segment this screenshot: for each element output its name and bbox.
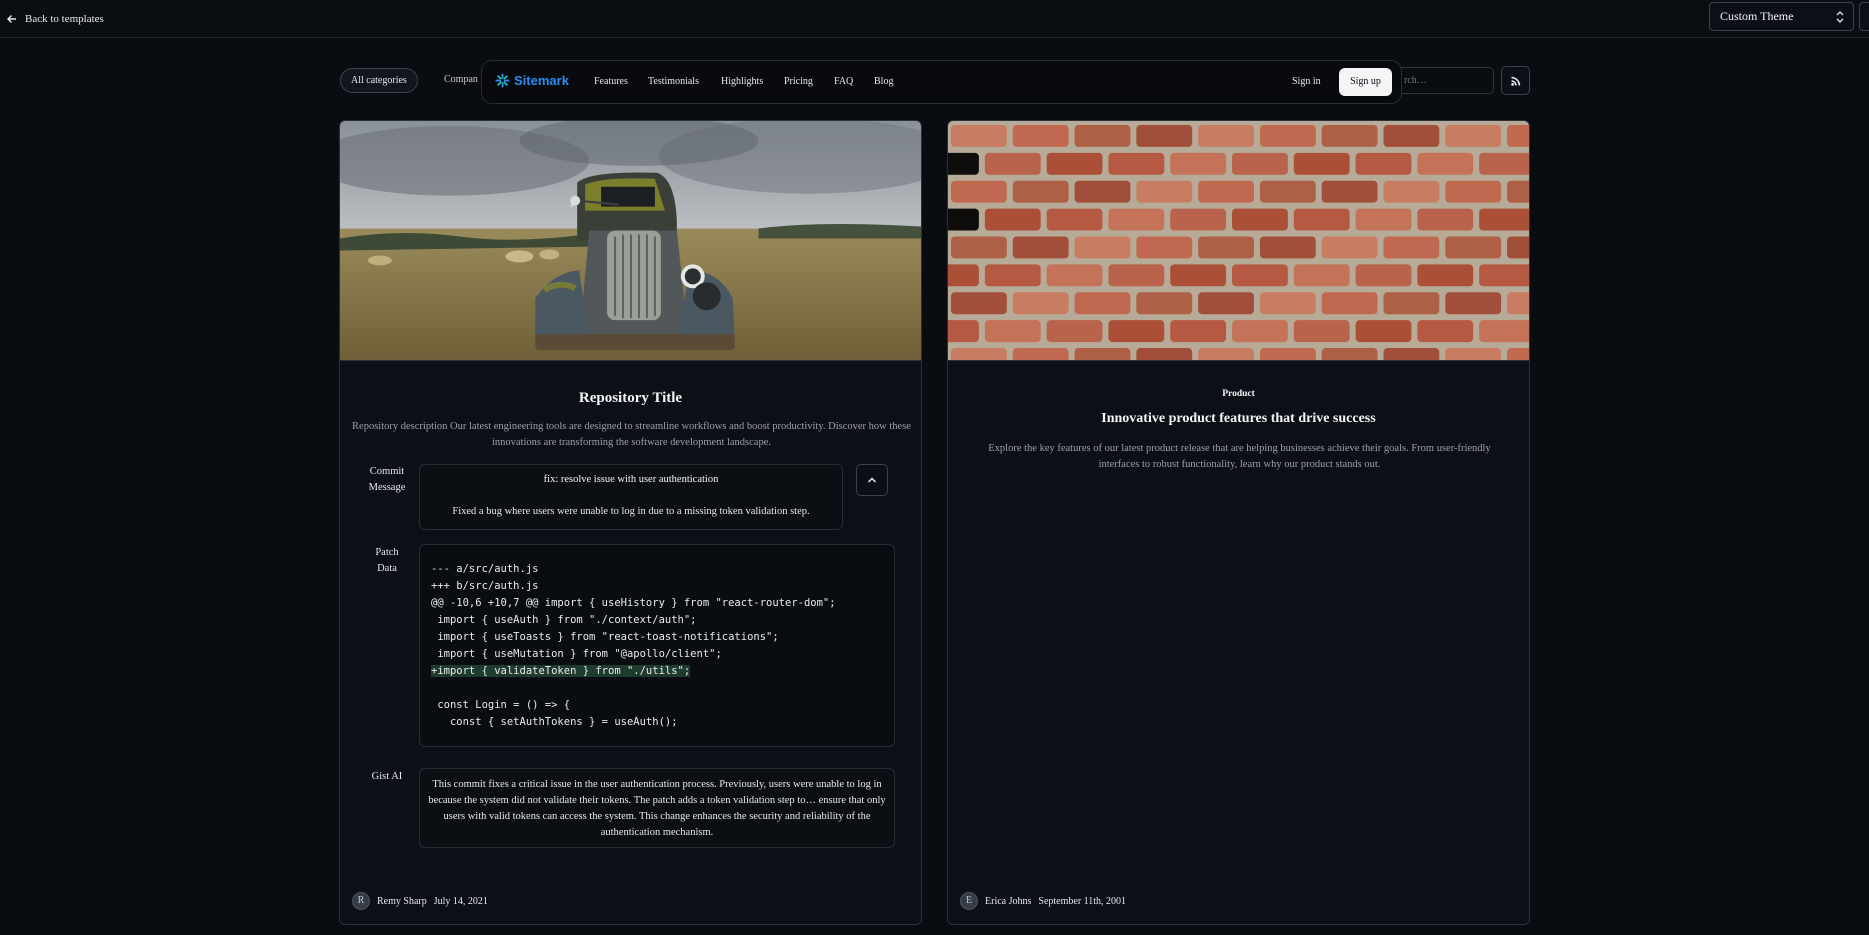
patch-line: import { useAuth } from "./context/auth"… <box>431 614 697 626</box>
blog-post-card[interactable]: Product Innovative product features that… <box>947 120 1530 925</box>
brick-wall-photo <box>948 121 1529 361</box>
patch-line <box>431 680 883 697</box>
site-navbar: Sitemark Features Testimonials Highlight… <box>481 60 1402 104</box>
author-info: R Remy Sharp July 14, 2021 <box>352 892 488 910</box>
repository-card[interactable]: Repository Title Repository description … <box>339 120 922 925</box>
patch-line: +++ b/src/auth.js <box>431 580 539 592</box>
top-bar: Back to templates Custom Theme <box>0 0 1869 38</box>
patch-line: @@ -10,6 +10,7 @@ import { useHistory } … <box>431 597 836 609</box>
rss-icon <box>1510 76 1520 86</box>
post-date: July 14, 2021 <box>433 895 488 907</box>
author-info: E Erica Johns September 11th, 2001 <box>960 892 1126 910</box>
nav-testimonials[interactable]: Testimonials <box>648 76 699 87</box>
patch-data-label: Patch Data <box>358 545 416 577</box>
patch-line-added: +import { validateToken } from "./utils"… <box>431 663 883 680</box>
toolbar-edge-button[interactable] <box>1859 2 1869 31</box>
post-title: Innovative product features that drive s… <box>1101 411 1376 426</box>
nav-pricing[interactable]: Pricing <box>784 76 813 87</box>
sign-up-button[interactable]: Sign up <box>1339 68 1392 96</box>
chevron-up-down-icon <box>1836 11 1844 23</box>
rss-feed-button[interactable] <box>1501 66 1530 95</box>
patch-code-block: --- a/src/auth.js +++ b/src/auth.js @@ -… <box>419 544 895 747</box>
gist-ai-label: Gist AI <box>371 771 403 782</box>
post-description: Explore the key features of our latest p… <box>988 443 1491 470</box>
theme-select[interactable]: Custom Theme <box>1709 2 1854 31</box>
collapse-commit-button[interactable] <box>856 464 888 496</box>
commit-body: Fixed a bug where users were unable to l… <box>452 506 810 517</box>
author-name: Remy Sharp <box>377 895 427 907</box>
brand-name: Sitemark <box>514 73 569 88</box>
sign-in-link[interactable]: Sign in <box>1292 76 1321 87</box>
all-categories-chip[interactable]: All categories <box>340 68 418 93</box>
nav-faq[interactable]: FAQ <box>834 76 853 87</box>
patch-label-line-2: Data <box>377 563 397 574</box>
back-link-label: Back to templates <box>25 13 104 25</box>
commit-message-box: fix: resolve issue with user authenticat… <box>419 464 843 530</box>
nav-highlights[interactable]: Highlights <box>721 76 763 87</box>
repository-description: Repository description Our latest engine… <box>352 421 911 448</box>
patch-line: const { setAuthTokens } = useAuth(); <box>431 716 678 728</box>
patch-line: --- a/src/auth.js <box>431 563 539 575</box>
commit-title: fix: resolve issue with user authenticat… <box>543 474 719 485</box>
chevron-up-icon <box>867 477 877 483</box>
patch-line: import { useMutation } from "@apollo/cli… <box>431 648 722 660</box>
back-to-templates-link[interactable]: Back to templates <box>6 9 104 29</box>
commit-label-line-2: Message <box>368 482 406 493</box>
nav-blog[interactable]: Blog <box>874 76 893 87</box>
patch-line: const Login = () => { <box>431 699 571 711</box>
category-tag: Product <box>1222 389 1255 399</box>
patch-label-line-1: Patch <box>375 547 399 558</box>
avatar: E <box>960 892 978 910</box>
sitemark-logo[interactable]: Sitemark <box>495 73 569 88</box>
commit-label-line-1: Commit <box>369 466 405 477</box>
theme-select-value: Custom Theme <box>1720 9 1794 23</box>
patch-line: import { useToasts } from "react-toast-n… <box>431 631 779 643</box>
category-chip-company[interactable]: Compan <box>444 74 478 85</box>
sitemark-logo-icon <box>495 73 510 88</box>
patch-added-text: +import { validateToken } from "./utils"… <box>431 665 691 677</box>
author-name: Erica Johns <box>985 895 1032 907</box>
nav-features[interactable]: Features <box>594 76 628 87</box>
repository-title: Repository Title <box>578 390 683 406</box>
post-date: September 11th, 2001 <box>1038 895 1127 907</box>
gist-ai-summary: This commit fixes a critical issue in th… <box>419 768 895 848</box>
arrow-left-icon <box>7 15 16 23</box>
commit-message-label: Commit Message <box>358 464 416 496</box>
vintage-truck-photo <box>340 121 921 361</box>
avatar: R <box>352 892 370 910</box>
